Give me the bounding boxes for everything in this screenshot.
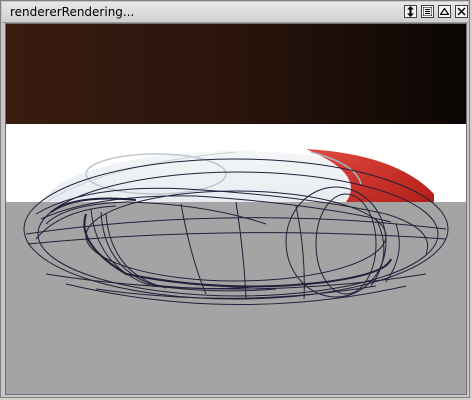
menu-lines-icon[interactable]: [421, 5, 434, 18]
title-bar[interactable]: rendererRendering...: [2, 2, 468, 23]
resize-arrows-icon[interactable]: [404, 5, 417, 18]
close-icon[interactable]: [455, 5, 468, 18]
triangle-up-icon[interactable]: [438, 5, 451, 18]
renderer-window: rendererRendering...: [0, 0, 470, 398]
window-title: rendererRendering...: [10, 5, 135, 19]
render-band-dark: [6, 24, 466, 124]
render-viewport[interactable]: [5, 23, 467, 395]
render-canvas: [6, 24, 466, 394]
